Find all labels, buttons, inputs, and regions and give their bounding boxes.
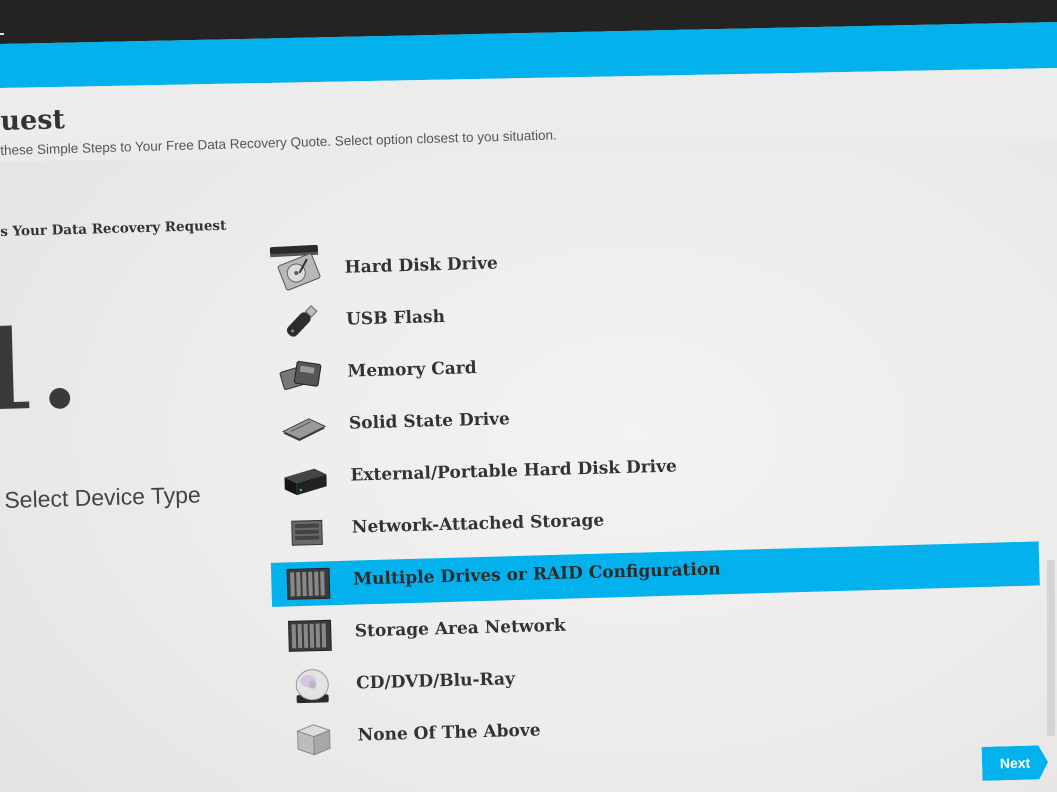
top-bar-mark: [0, 33, 4, 35]
box-icon: [287, 718, 336, 759]
device-option-label: Storage Area Network: [354, 615, 566, 642]
page-title: uest: [0, 104, 66, 137]
device-option-label: Multiple Drives or RAID Configuration: [353, 559, 721, 590]
device-option-label: Network-Attached Storage: [351, 510, 605, 538]
device-option-label: Hard Disk Drive: [344, 253, 499, 278]
step-label: Select Device Type: [4, 481, 202, 513]
nas-icon: [281, 510, 330, 551]
ssd-icon: [279, 406, 328, 447]
scrollbar[interactable]: [1047, 560, 1055, 736]
device-option-label: External/Portable Hard Disk Drive: [350, 456, 678, 486]
hard-disk-icon: [274, 250, 323, 291]
device-option-label: CD/DVD/Blu-Ray: [355, 669, 516, 694]
device-type-list: Hard Disk Drive USB Flash Memory Card Solid…: [262, 224, 1056, 766]
device-option-label: Solid State Drive: [348, 409, 511, 434]
memory-card-icon: [277, 354, 326, 395]
san-icon: [284, 614, 333, 655]
device-option-label: None Of The Above: [357, 720, 541, 746]
usb-flash-icon: [276, 302, 325, 343]
next-button[interactable]: Next: [982, 745, 1049, 781]
external-drive-icon: [280, 458, 329, 499]
step-number: 1.: [0, 302, 81, 437]
disc-icon: [286, 666, 335, 707]
raid-icon: [283, 562, 332, 603]
device-option-label: USB Flash: [345, 306, 446, 330]
device-option-label: Memory Card: [347, 358, 477, 382]
